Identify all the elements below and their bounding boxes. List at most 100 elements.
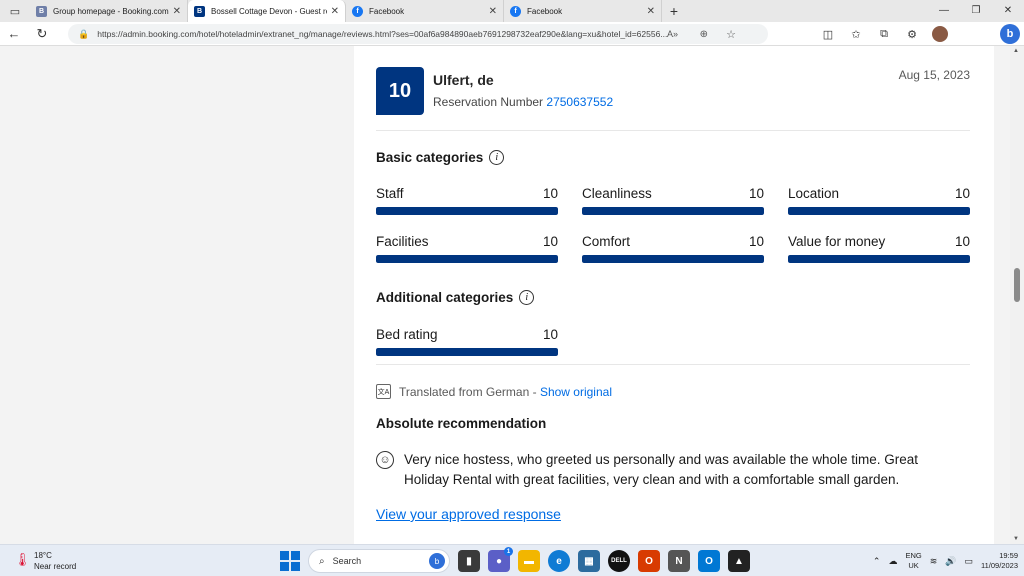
- windows-start-icon[interactable]: [280, 551, 300, 571]
- info-icon[interactable]: i: [489, 150, 505, 165]
- close-tab-icon[interactable]: ✕: [331, 6, 339, 17]
- cloud-icon[interactable]: ☁: [888, 556, 897, 567]
- tab-title: Facebook: [369, 6, 405, 16]
- tab-favicon-icon: B: [36, 5, 47, 17]
- category-bar: [788, 207, 970, 215]
- reservation-label: Reservation Number: [433, 95, 544, 109]
- office-icon[interactable]: O: [638, 550, 660, 572]
- browser-tab[interactable]: f Facebook ✕: [346, 0, 504, 22]
- category-value: 10: [748, 186, 764, 201]
- file-explorer-icon[interactable]: ▬: [518, 550, 540, 572]
- battery-icon[interactable]: ▭: [965, 556, 974, 567]
- category-label: Location: [788, 186, 840, 201]
- refresh-icon[interactable]: ↻: [28, 26, 56, 42]
- chevron-up-icon[interactable]: ⌃: [873, 556, 881, 567]
- scroll-down-icon[interactable]: ▼: [1013, 536, 1019, 542]
- back-icon[interactable]: ←: [0, 26, 28, 41]
- search-label: Search: [332, 556, 362, 566]
- category-bar-fill: [788, 255, 970, 263]
- category-bar: [582, 255, 764, 263]
- category-label: Comfort: [582, 234, 631, 249]
- weather-widget[interactable]: 🌡 18°C Near record: [14, 550, 76, 572]
- clock-date: 11/09/2023: [981, 561, 1018, 570]
- toolbar-icons: ◫ ✩ ⧉ ⚙: [820, 22, 948, 46]
- scrollbar-thumb[interactable]: [1014, 268, 1020, 302]
- category-label: Facilities: [376, 234, 429, 249]
- page-viewport: 10 Ulfert, de Reservation Number 2750637…: [0, 46, 1024, 544]
- edge-icon[interactable]: e: [548, 550, 570, 572]
- tab-favicon-icon: B: [194, 5, 205, 17]
- zoom-icon[interactable]: ⊕: [700, 29, 708, 40]
- task-view-icon[interactable]: ▮: [458, 550, 480, 572]
- store-icon[interactable]: ▦: [578, 550, 600, 572]
- scroll-up-icon[interactable]: ▲: [1013, 48, 1019, 54]
- close-tab-icon[interactable]: ✕: [489, 6, 497, 17]
- category-label: Staff: [376, 186, 404, 201]
- review-date: Aug 15, 2023: [898, 68, 970, 82]
- show-original-link[interactable]: Show original: [540, 385, 612, 399]
- browser-tab[interactable]: B Group homepage - Booking.com ✕: [30, 0, 188, 22]
- tab-favicon-icon: f: [352, 5, 363, 17]
- notes-icon[interactable]: N: [668, 550, 690, 572]
- url-field[interactable]: 🔒 https://admin.booking.com/hotel/hotela…: [68, 24, 768, 44]
- tabs-container: B Group homepage - Booking.com ✕ B Bossell C…: [30, 0, 662, 22]
- category-score: Facilities 10: [376, 234, 558, 263]
- category-bar: [376, 348, 558, 356]
- category-bar: [582, 207, 764, 215]
- view-response-link[interactable]: View your approved response: [376, 506, 561, 522]
- extensions-icon[interactable]: ⚙: [904, 28, 920, 41]
- category-value: 10: [748, 234, 764, 249]
- language-indicator[interactable]: ENG UK: [905, 551, 921, 571]
- category-bar: [788, 255, 970, 263]
- browser-tab[interactable]: B Bossell Cottage Devon - Guest re ✕: [188, 0, 346, 22]
- close-window-icon[interactable]: ✕: [992, 0, 1024, 22]
- divider: [376, 130, 970, 131]
- window-controls: — ❐ ✕: [928, 0, 1024, 22]
- close-tab-icon[interactable]: ✕: [647, 6, 655, 17]
- close-tab-icon[interactable]: ✕: [173, 6, 181, 17]
- browser-tab[interactable]: f Facebook ✕: [504, 0, 662, 22]
- weather-note: Near record: [34, 562, 77, 571]
- favorites-icon[interactable]: ✩: [848, 28, 864, 41]
- category-bar: [376, 255, 558, 263]
- category-label: Bed rating: [376, 327, 438, 342]
- divider: [376, 364, 970, 365]
- info-icon[interactable]: i: [519, 290, 535, 305]
- taskbar-search[interactable]: ⌕ Search b: [308, 549, 450, 573]
- category-score: Comfort 10: [582, 234, 764, 263]
- category-score: Bed rating 10: [376, 327, 558, 356]
- translation-note: 文A Translated from German - Show origina…: [376, 384, 612, 399]
- category-bar-fill: [788, 207, 970, 215]
- guest-name: Ulfert, de: [433, 72, 494, 88]
- category-score: Staff 10: [376, 186, 558, 215]
- restore-icon[interactable]: ❐: [960, 0, 992, 22]
- tab-title: Facebook: [527, 6, 563, 16]
- profile-avatar[interactable]: [932, 26, 948, 42]
- separator: -: [529, 384, 540, 399]
- basic-categories-heading: Basic categories i: [376, 150, 505, 165]
- page-scrollbar[interactable]: ▲ ▼: [1010, 46, 1024, 544]
- review-score-badge: 10: [376, 67, 424, 115]
- new-tab-icon[interactable]: +: [662, 3, 686, 19]
- search-icon: ⌕: [319, 555, 325, 567]
- design-app-icon[interactable]: ▲: [728, 550, 750, 572]
- chat-icon[interactable]: ● 1: [488, 547, 513, 572]
- copilot-icon[interactable]: b: [1000, 24, 1020, 44]
- clock[interactable]: 19:59 11/09/2023: [981, 551, 1018, 571]
- tab-actions-icon[interactable]: ▭: [0, 0, 30, 22]
- category-bar: [376, 207, 558, 215]
- lock-icon[interactable]: 🔒: [78, 29, 89, 40]
- bing-search-icon[interactable]: b: [429, 553, 445, 569]
- collections-icon[interactable]: ⧉: [876, 28, 892, 41]
- outlook-icon[interactable]: O: [698, 550, 720, 572]
- favorite-star-icon[interactable]: ☆: [726, 28, 736, 41]
- read-aloud-icon[interactable]: A»: [667, 29, 678, 39]
- smiley-icon: ☺: [376, 451, 394, 469]
- volume-icon[interactable]: 🔊: [945, 556, 956, 567]
- split-screen-icon[interactable]: ◫: [820, 28, 836, 41]
- keyboard-region: UK: [908, 561, 919, 570]
- dell-icon[interactable]: DELL: [608, 550, 630, 572]
- wifi-icon[interactable]: ≋: [930, 556, 938, 567]
- reservation-number-link[interactable]: 2750637552: [546, 95, 613, 109]
- minimize-icon[interactable]: —: [928, 0, 960, 22]
